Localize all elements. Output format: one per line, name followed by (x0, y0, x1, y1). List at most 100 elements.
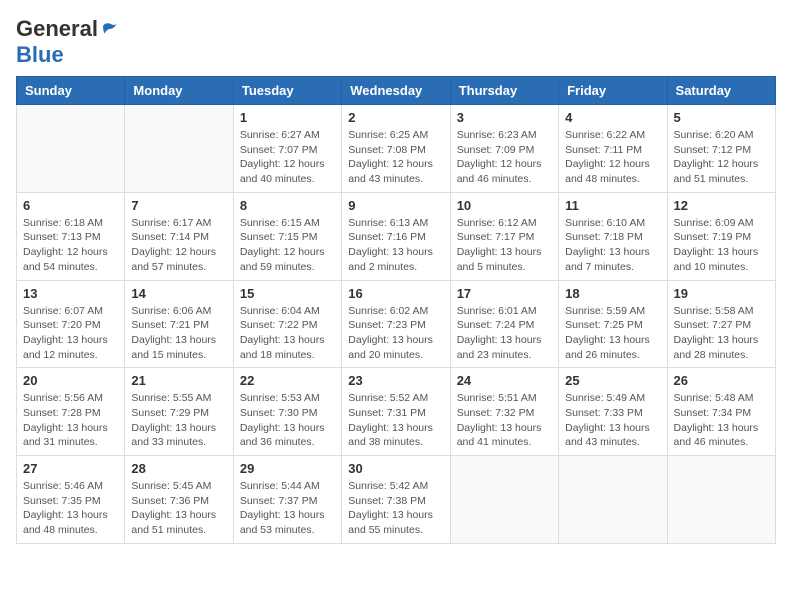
day-info: Sunrise: 5:48 AM Sunset: 7:34 PM Dayligh… (674, 391, 769, 450)
day-number: 9 (348, 198, 443, 213)
day-number: 4 (565, 110, 660, 125)
calendar-cell: 2Sunrise: 6:25 AM Sunset: 7:08 PM Daylig… (342, 105, 450, 193)
day-info: Sunrise: 5:44 AM Sunset: 7:37 PM Dayligh… (240, 479, 335, 538)
calendar-week-row: 13 Sunrise: 6:07 AM Sunset: 7:20 PM Dayli… (17, 280, 776, 368)
day-info: Sunrise: 6:02 AM Sunset: 7:23 PM Dayligh… (348, 304, 443, 363)
calendar-cell: 11Sunrise: 6:10 AM Sunset: 7:18 PM Dayli… (559, 192, 667, 280)
day-info: Sunrise: 5:59 AM Sunset: 7:25 PM Dayligh… (565, 304, 660, 363)
calendar-cell (450, 456, 558, 544)
logo-blue-text: Blue (16, 42, 64, 68)
calendar-cell: 15 Sunrise: 6:04 AM Sunset: 7:22 PM Dayli… (233, 280, 341, 368)
calendar-cell: 14 Sunrise: 6:06 AM Sunset: 7:21 PM Dayli… (125, 280, 233, 368)
logo-bird-icon (100, 20, 118, 38)
calendar-table: SundayMondayTuesdayWednesdayThursdayFrid… (16, 76, 776, 544)
day-number: 16 (348, 286, 443, 301)
day-number: 1 (240, 110, 335, 125)
day-info: Sunrise: 5:42 AM Sunset: 7:38 PM Dayligh… (348, 479, 443, 538)
calendar-cell: 18 Sunrise: 5:59 AM Sunset: 7:25 PM Dayli… (559, 280, 667, 368)
calendar-cell: 22 Sunrise: 5:53 AM Sunset: 7:30 PM Dayli… (233, 368, 341, 456)
day-info: Sunrise: 5:58 AM Sunset: 7:27 PM Dayligh… (674, 304, 769, 363)
day-info: Sunrise: 6:06 AM Sunset: 7:21 PM Dayligh… (131, 304, 226, 363)
day-info: Sunrise: 5:49 AM Sunset: 7:33 PM Dayligh… (565, 391, 660, 450)
day-info: Sunrise: 6:12 AM Sunset: 7:17 PM Dayligh… (457, 216, 552, 275)
calendar-cell: 25 Sunrise: 5:49 AM Sunset: 7:33 PM Dayli… (559, 368, 667, 456)
day-number: 21 (131, 373, 226, 388)
day-info: Sunrise: 6:23 AM Sunset: 7:09 PM Dayligh… (457, 128, 552, 187)
calendar-header-monday: Monday (125, 77, 233, 105)
day-info: Sunrise: 6:09 AM Sunset: 7:19 PM Dayligh… (674, 216, 769, 275)
calendar-cell: 29 Sunrise: 5:44 AM Sunset: 7:37 PM Dayli… (233, 456, 341, 544)
calendar-header-sunday: Sunday (17, 77, 125, 105)
calendar-cell: 8 Sunrise: 6:15 AM Sunset: 7:15 PM Daylig… (233, 192, 341, 280)
calendar-cell (17, 105, 125, 193)
calendar-header-saturday: Saturday (667, 77, 775, 105)
calendar-cell: 20Sunrise: 5:56 AM Sunset: 7:28 PM Dayli… (17, 368, 125, 456)
calendar-header-tuesday: Tuesday (233, 77, 341, 105)
calendar-cell: 13 Sunrise: 6:07 AM Sunset: 7:20 PM Dayli… (17, 280, 125, 368)
calendar-cell: 9 Sunrise: 6:13 AM Sunset: 7:16 PM Daylig… (342, 192, 450, 280)
day-info: Sunrise: 5:46 AM Sunset: 7:35 PM Dayligh… (23, 479, 118, 538)
calendar-cell: 1 Sunrise: 6:27 AM Sunset: 7:07 PM Daylig… (233, 105, 341, 193)
day-info: Sunrise: 6:15 AM Sunset: 7:15 PM Dayligh… (240, 216, 335, 275)
day-info: Sunrise: 6:13 AM Sunset: 7:16 PM Dayligh… (348, 216, 443, 275)
calendar-header-thursday: Thursday (450, 77, 558, 105)
day-info: Sunrise: 6:04 AM Sunset: 7:22 PM Dayligh… (240, 304, 335, 363)
logo-general-text: General (16, 16, 98, 42)
calendar-cell: 24Sunrise: 5:51 AM Sunset: 7:32 PM Dayli… (450, 368, 558, 456)
day-info: Sunrise: 6:25 AM Sunset: 7:08 PM Dayligh… (348, 128, 443, 187)
day-number: 30 (348, 461, 443, 476)
calendar-cell (667, 456, 775, 544)
day-number: 5 (674, 110, 769, 125)
day-number: 13 (23, 286, 118, 301)
calendar-header-wednesday: Wednesday (342, 77, 450, 105)
day-number: 29 (240, 461, 335, 476)
day-info: Sunrise: 5:51 AM Sunset: 7:32 PM Dayligh… (457, 391, 552, 450)
day-number: 22 (240, 373, 335, 388)
day-number: 28 (131, 461, 226, 476)
calendar-cell: 16 Sunrise: 6:02 AM Sunset: 7:23 PM Dayli… (342, 280, 450, 368)
day-number: 7 (131, 198, 226, 213)
day-number: 26 (674, 373, 769, 388)
day-number: 17 (457, 286, 552, 301)
day-number: 19 (674, 286, 769, 301)
header: General Blue (16, 16, 776, 68)
calendar-week-row: 1 Sunrise: 6:27 AM Sunset: 7:07 PM Daylig… (17, 105, 776, 193)
day-info: Sunrise: 5:52 AM Sunset: 7:31 PM Dayligh… (348, 391, 443, 450)
day-info: Sunrise: 6:27 AM Sunset: 7:07 PM Dayligh… (240, 128, 335, 187)
calendar-cell: 6 Sunrise: 6:18 AM Sunset: 7:13 PM Daylig… (17, 192, 125, 280)
calendar-header-friday: Friday (559, 77, 667, 105)
calendar-cell: 21 Sunrise: 5:55 AM Sunset: 7:29 PM Dayli… (125, 368, 233, 456)
day-number: 14 (131, 286, 226, 301)
day-info: Sunrise: 6:01 AM Sunset: 7:24 PM Dayligh… (457, 304, 552, 363)
calendar-cell: 19 Sunrise: 5:58 AM Sunset: 7:27 PM Dayli… (667, 280, 775, 368)
day-info: Sunrise: 5:45 AM Sunset: 7:36 PM Dayligh… (131, 479, 226, 538)
day-number: 6 (23, 198, 118, 213)
day-number: 25 (565, 373, 660, 388)
calendar-cell (559, 456, 667, 544)
day-number: 27 (23, 461, 118, 476)
day-info: Sunrise: 6:07 AM Sunset: 7:20 PM Dayligh… (23, 304, 118, 363)
calendar-cell: 30 Sunrise: 5:42 AM Sunset: 7:38 PM Dayli… (342, 456, 450, 544)
calendar-cell: 23 Sunrise: 5:52 AM Sunset: 7:31 PM Dayli… (342, 368, 450, 456)
calendar-cell: 5 Sunrise: 6:20 AM Sunset: 7:12 PM Daylig… (667, 105, 775, 193)
day-number: 11 (565, 198, 660, 213)
calendar-week-row: 6 Sunrise: 6:18 AM Sunset: 7:13 PM Daylig… (17, 192, 776, 280)
day-info: Sunrise: 5:53 AM Sunset: 7:30 PM Dayligh… (240, 391, 335, 450)
calendar-header-row: SundayMondayTuesdayWednesdayThursdayFrid… (17, 77, 776, 105)
day-number: 12 (674, 198, 769, 213)
day-number: 18 (565, 286, 660, 301)
day-info: Sunrise: 5:55 AM Sunset: 7:29 PM Dayligh… (131, 391, 226, 450)
day-number: 15 (240, 286, 335, 301)
day-number: 23 (348, 373, 443, 388)
calendar-cell: 10Sunrise: 6:12 AM Sunset: 7:17 PM Dayli… (450, 192, 558, 280)
logo: General Blue (16, 16, 118, 68)
day-info: Sunrise: 6:22 AM Sunset: 7:11 PM Dayligh… (565, 128, 660, 187)
calendar-cell: 26 Sunrise: 5:48 AM Sunset: 7:34 PM Dayli… (667, 368, 775, 456)
calendar-cell: 4 Sunrise: 6:22 AM Sunset: 7:11 PM Daylig… (559, 105, 667, 193)
day-info: Sunrise: 6:18 AM Sunset: 7:13 PM Dayligh… (23, 216, 118, 275)
calendar-cell: 3Sunrise: 6:23 AM Sunset: 7:09 PM Daylig… (450, 105, 558, 193)
day-info: Sunrise: 5:56 AM Sunset: 7:28 PM Dayligh… (23, 391, 118, 450)
day-info: Sunrise: 6:20 AM Sunset: 7:12 PM Dayligh… (674, 128, 769, 187)
calendar-cell: 17 Sunrise: 6:01 AM Sunset: 7:24 PM Dayli… (450, 280, 558, 368)
day-number: 8 (240, 198, 335, 213)
